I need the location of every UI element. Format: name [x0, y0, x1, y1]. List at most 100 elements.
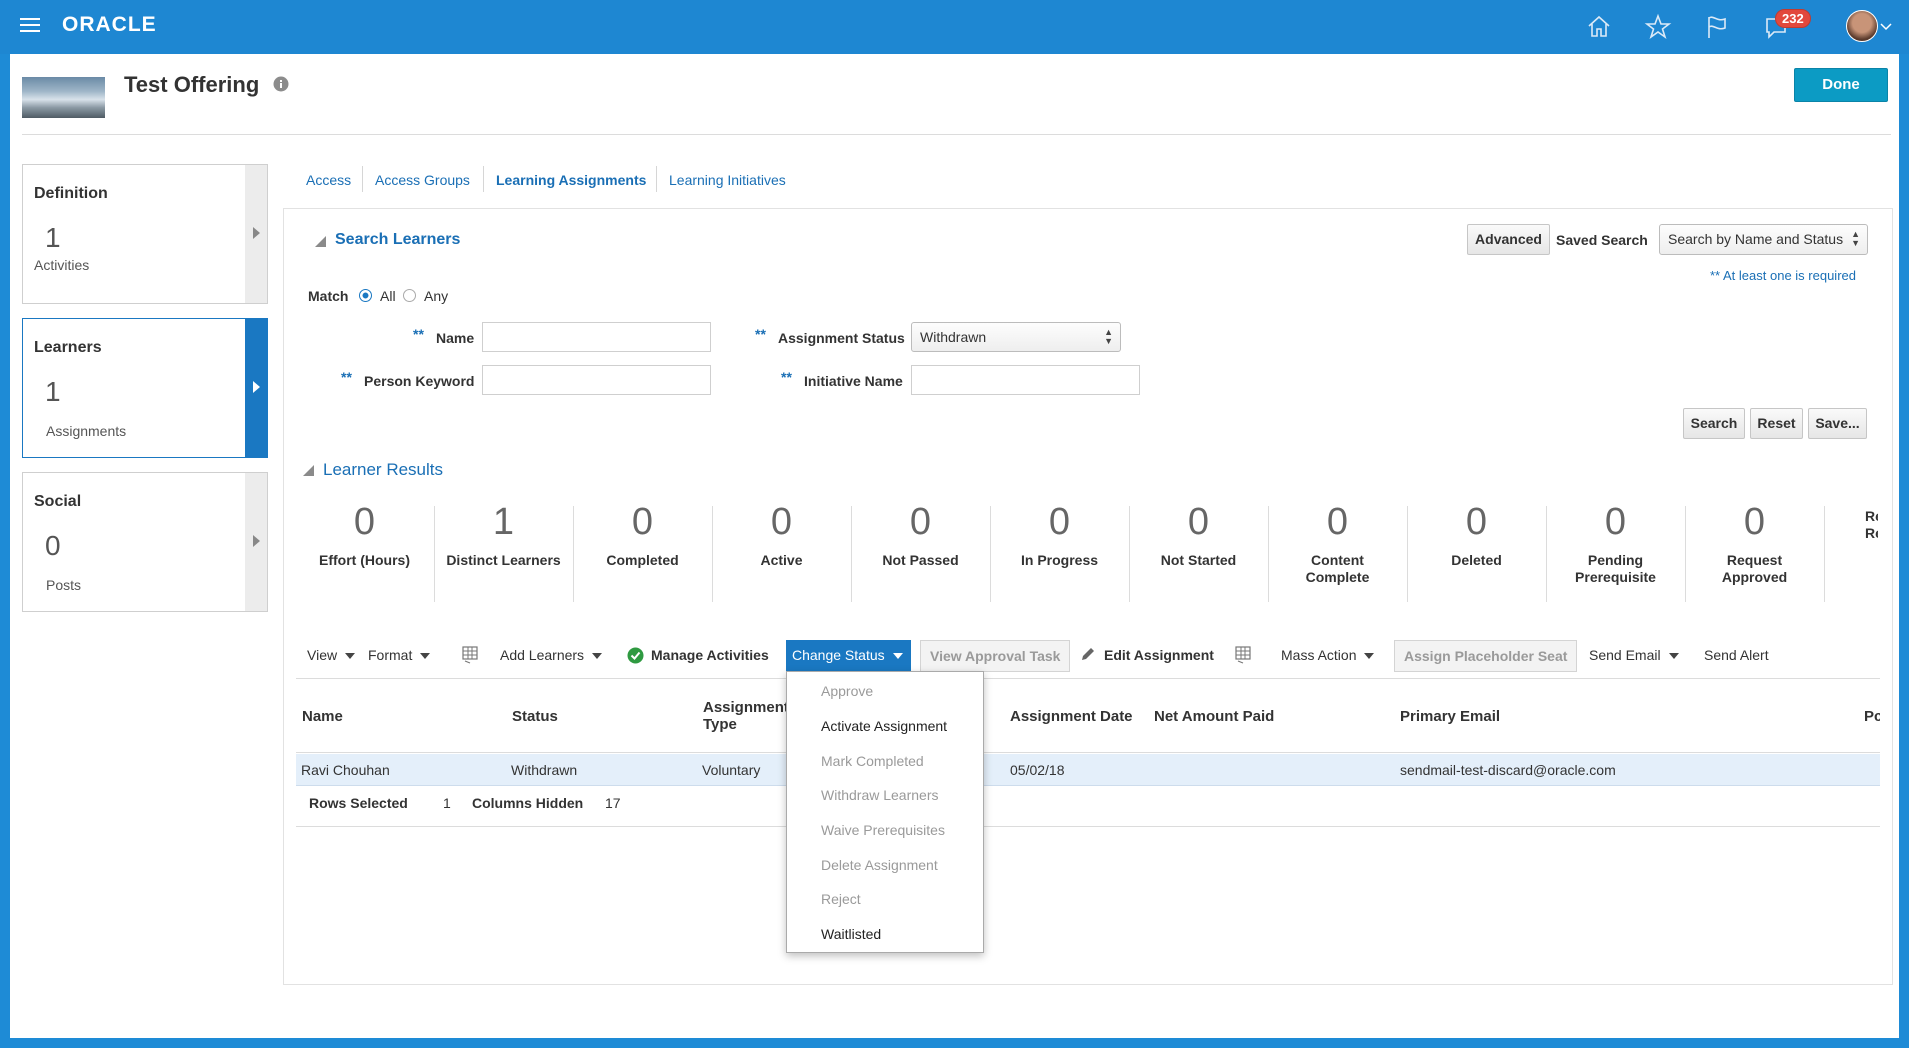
tab-divider [483, 166, 484, 192]
menu-item-approve[interactable]: Approve [821, 683, 873, 699]
metric-in-progress[interactable]: 0 In Progress [990, 500, 1129, 602]
saved-search-select[interactable]: Search by Name and Status ▲ ▼ [1659, 224, 1868, 255]
metric-value: 0 [353, 501, 376, 543]
search-learners-heading[interactable]: Search Learners [335, 231, 460, 249]
metric-deleted[interactable]: 0 Deleted [1407, 500, 1546, 602]
column-header-status[interactable]: Status [512, 708, 558, 725]
tab-access[interactable]: Access [306, 172, 351, 188]
name-input[interactable] [482, 322, 711, 352]
column-header-assignment-type[interactable]: Assignment Type [703, 699, 793, 733]
metric-label: Completed [606, 552, 679, 568]
assignment-status-select[interactable]: Withdrawn ▲ ▼ [911, 322, 1121, 352]
format-menu[interactable]: Format [368, 647, 431, 663]
metric-label: Content Complete [1305, 552, 1370, 585]
send-email-menu[interactable]: Send Email [1589, 647, 1679, 663]
add-learners-menu[interactable]: Add Learners [500, 647, 603, 663]
change-status-menu-button[interactable]: Change Status [786, 640, 911, 671]
mass-action-menu[interactable]: Mass Action [1281, 647, 1375, 663]
collapse-triangle-icon[interactable] [315, 236, 326, 247]
user-avatar[interactable] [1846, 10, 1878, 42]
metric-request-approved[interactable]: 0 Request Approved [1685, 500, 1824, 602]
favorites-star-icon[interactable] [1644, 13, 1672, 41]
learner-results-heading[interactable]: Learner Results [323, 460, 443, 480]
table-footer-divider [296, 826, 1880, 827]
menu-item-reject[interactable]: Reject [821, 891, 861, 907]
tile-expand[interactable] [245, 319, 267, 457]
reset-button[interactable]: Reset [1750, 408, 1803, 439]
required-marker: ** [755, 326, 766, 342]
person-keyword-input[interactable] [482, 365, 711, 395]
send-alert-button[interactable]: Send Alert [1704, 647, 1769, 663]
hamburger-menu-icon[interactable] [20, 14, 40, 36]
table-row[interactable]: Ravi Chouhan Withdrawn Voluntary 05/02/1… [296, 754, 1880, 786]
chevron-down-icon[interactable] [1880, 22, 1892, 32]
select-arrows-icon: ▲ ▼ [1851, 229, 1860, 248]
manage-activities-button[interactable]: Manage Activities [651, 647, 769, 663]
chevron-right-icon [253, 381, 260, 393]
advanced-search-button[interactable]: Advanced [1467, 224, 1550, 255]
tile-social[interactable]: Social 0 Posts [22, 472, 268, 612]
menu-item-mark-completed[interactable]: Mark Completed [821, 753, 924, 769]
initiative-name-input[interactable] [911, 365, 1140, 395]
tile-definition[interactable]: Definition 1 Activities [22, 164, 268, 304]
metric-completed[interactable]: 0 Completed [573, 500, 712, 602]
view-menu[interactable]: View [307, 647, 356, 663]
watchlist-flag-icon[interactable] [1703, 13, 1731, 41]
info-icon[interactable] [273, 76, 289, 92]
column-header-net-amount-paid[interactable]: Net Amount Paid [1154, 708, 1274, 725]
menu-item-waive-prerequisites[interactable]: Waive Prerequisites [821, 822, 945, 838]
tile-sublabel: Posts [46, 577, 82, 593]
tab-access-groups[interactable]: Access Groups [375, 172, 470, 188]
menu-item-activate-assignment[interactable]: Activate Assignment [821, 718, 947, 734]
metric-distinct-learners[interactable]: 1 Distinct Learners [434, 500, 573, 602]
match-any-radio[interactable] [403, 289, 416, 302]
menu-item-withdraw-learners[interactable]: Withdraw Learners [821, 787, 939, 803]
caret-down-icon [1364, 653, 1375, 660]
cell-name: Ravi Chouhan [301, 762, 390, 778]
tab-learning-assignments[interactable]: Learning Assignments [496, 172, 646, 188]
metric-label: Request Approved [1721, 552, 1788, 585]
search-button[interactable]: Search [1683, 408, 1745, 439]
tile-learners[interactable]: Learners 1 Assignments [22, 318, 268, 458]
menu-item-delete-assignment[interactable]: Delete Assignment [821, 857, 938, 873]
tile-expand[interactable] [245, 165, 267, 303]
done-button[interactable]: Done [1794, 68, 1888, 102]
caret-down-icon [592, 653, 603, 660]
metric-content-complete[interactable]: 0 Content Complete [1268, 500, 1407, 602]
view-approval-task-button[interactable]: View Approval Task [920, 640, 1071, 672]
tile-expand[interactable] [245, 473, 267, 611]
metric-pending-prerequisite[interactable]: 0 Pending Prerequisite [1546, 500, 1685, 602]
rows-selected-value: 1 [443, 795, 451, 811]
column-header-name[interactable]: Name [302, 708, 343, 725]
metric-value: 0 [1326, 501, 1349, 543]
match-all-radio[interactable] [359, 289, 372, 302]
tab-learning-initiatives[interactable]: Learning Initiatives [669, 172, 786, 188]
save-search-button[interactable]: Save... [1808, 408, 1867, 439]
metric-not-passed[interactable]: 0 Not Passed [851, 500, 990, 602]
change-status-dropdown: Approve Activate Assignment Mark Complet… [786, 671, 984, 953]
collapse-triangle-icon[interactable] [303, 465, 314, 476]
menu-item-waitlisted[interactable]: Waitlisted [821, 926, 881, 942]
metric-value: 0 [909, 501, 932, 543]
metric-truncated[interactable]: Re Re [1824, 500, 1878, 602]
metric-effort-hours[interactable]: 0 Effort (Hours) [295, 500, 434, 602]
notification-count-badge: 232 [1775, 9, 1811, 28]
freeze-columns-icon[interactable] [461, 645, 480, 664]
metric-label: Re Re [1865, 508, 1878, 541]
metric-not-started[interactable]: 0 Not Started [1129, 500, 1268, 602]
edit-assignment-button[interactable]: Edit Assignment [1104, 647, 1214, 663]
initiative-name-label: Initiative Name [804, 373, 903, 389]
column-header-primary-email[interactable]: Primary Email [1400, 708, 1500, 725]
saved-search-value: Search by Name and Status [1668, 231, 1844, 247]
cell-primary-email: sendmail-test-discard@oracle.com [1400, 762, 1616, 778]
view-menu-label: View [307, 647, 338, 663]
detach-table-icon[interactable] [1234, 645, 1253, 664]
tab-divider [362, 166, 363, 192]
metric-label: Pending Prerequisite [1575, 552, 1656, 585]
home-icon[interactable] [1585, 13, 1613, 41]
column-header-assignment-date[interactable]: Assignment Date [1010, 708, 1133, 725]
metric-active[interactable]: 0 Active [712, 500, 851, 602]
select-arrows-icon: ▲ ▼ [1104, 327, 1113, 346]
assign-placeholder-seat-button[interactable]: Assign Placeholder Seat [1394, 640, 1578, 672]
column-header-truncated[interactable]: Pc [1864, 708, 1880, 725]
